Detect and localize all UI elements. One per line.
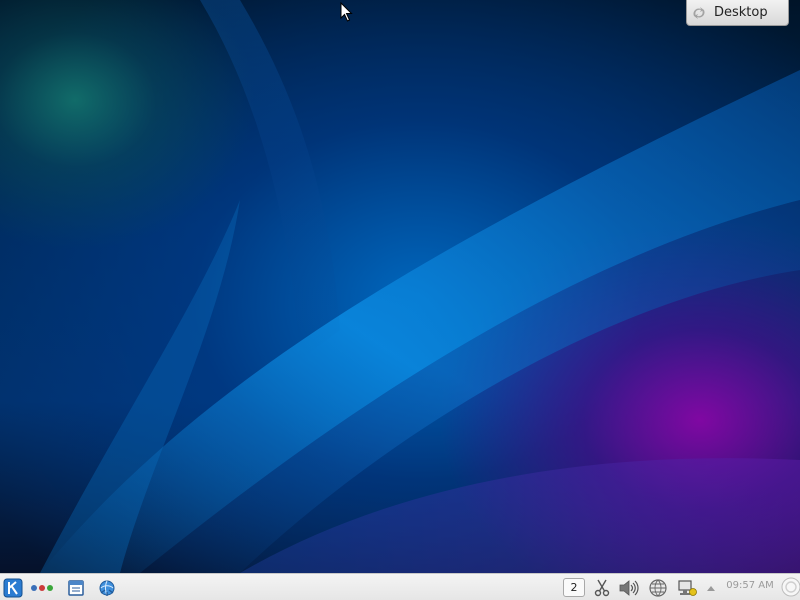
device-notifier-icon — [678, 579, 697, 596]
volume-button[interactable] — [617, 577, 641, 598]
wallpaper-waves — [40, 0, 800, 573]
tray-expand-arrow-icon — [707, 585, 715, 591]
file-manager-task-button[interactable] — [66, 577, 86, 598]
panel-cashew-icon[interactable] — [780, 576, 800, 598]
file-manager-icon — [68, 579, 84, 596]
desktop-label-text: Desktop — [714, 5, 768, 20]
device-notifier-button[interactable] — [675, 577, 699, 598]
browser-task-button[interactable] — [96, 577, 118, 598]
desktop-toolbox-icon — [693, 6, 705, 19]
desktop-toolbox-label[interactable]: Desktop — [686, 0, 789, 26]
clipboard-scissors-icon — [594, 579, 610, 596]
application-launcher-button[interactable] — [2, 577, 24, 598]
network-icon — [649, 578, 667, 597]
digital-clock[interactable]: 09:57 AM — [722, 580, 778, 591]
tray-expand-button[interactable] — [704, 577, 718, 598]
taskbar-panel: 2 09:57 AM — [0, 573, 800, 600]
kde-k-icon — [3, 578, 23, 597]
desktop-background[interactable] — [0, 0, 800, 573]
volume-icon — [619, 579, 639, 596]
mouse-pointer-icon — [340, 2, 353, 22]
konqueror-browser-icon — [99, 580, 115, 596]
virtual-desktop-pager[interactable]: 2 — [563, 578, 585, 597]
activities-dots-icon — [31, 584, 53, 591]
clipboard-button[interactable] — [593, 577, 611, 598]
network-button[interactable] — [646, 577, 670, 598]
activities-button[interactable] — [30, 577, 54, 598]
